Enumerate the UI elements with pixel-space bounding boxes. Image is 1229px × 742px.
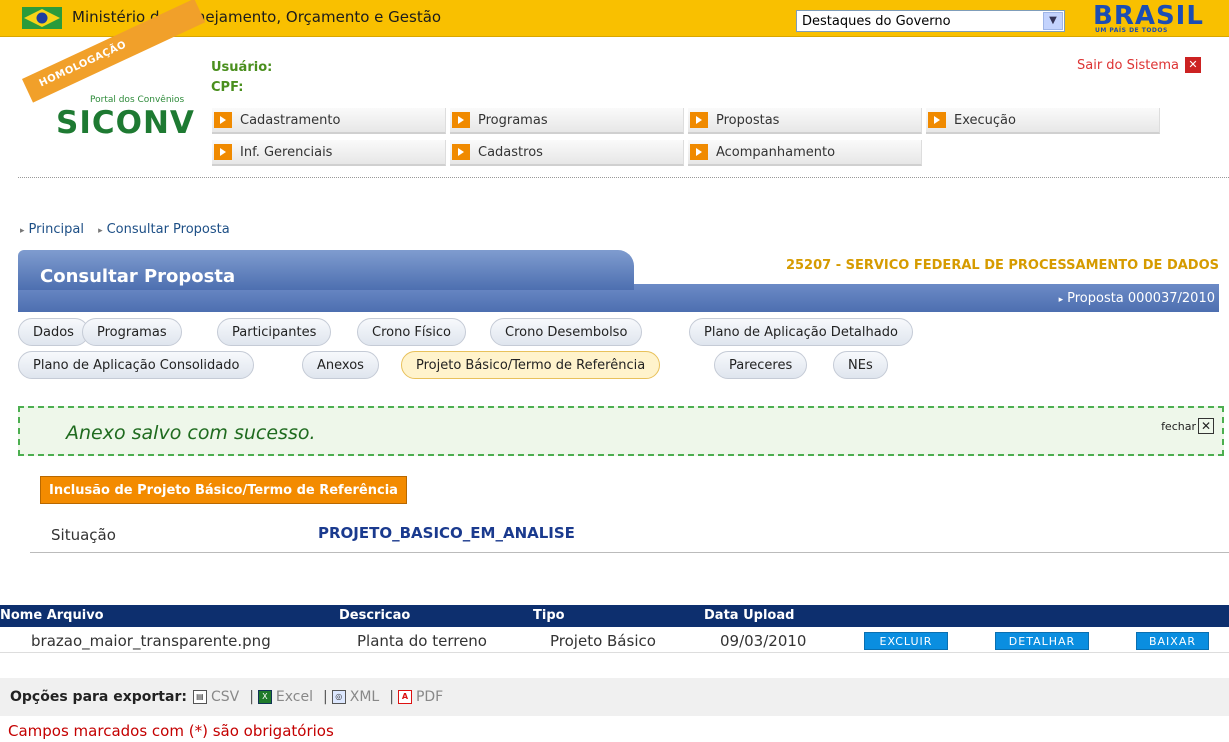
proposta-number: Proposta 000037/2010 [1059,291,1215,306]
export-pdf-label: PDF [415,689,444,705]
brazil-flag-icon [22,7,62,29]
user-info: Usuário: CPF: [211,58,272,98]
tab-participantes[interactable]: Participantes [217,318,332,346]
destaques-value: Destaques do Governo [802,14,951,29]
arrow-right-icon [690,144,708,160]
portal-subtitle: Portal dos Convênios [90,95,185,105]
chevron-down-icon[interactable]: ▼ [1043,12,1063,30]
arrow-right-icon [452,112,470,128]
separator: | [389,689,394,705]
menu-item-cadastros[interactable]: Cadastros [450,140,684,166]
menu-item-label: Acompanhamento [716,144,836,160]
export-xml-link[interactable]: ◎ XML [331,689,380,705]
column-header[interactable]: Descricao [339,608,410,623]
close-icon[interactable]: ✕ [1185,57,1201,73]
column-header[interactable]: Data Upload [704,608,794,623]
tab-crono-fisico[interactable]: Crono Físico [357,318,466,346]
pdf-file-icon: A [397,690,412,704]
menu-item-acompanhamento[interactable]: Acompanhamento [688,140,922,166]
tab-pareceres[interactable]: Pareceres [714,351,808,379]
export-pdf-link[interactable]: A PDF [397,689,444,705]
logout-link[interactable]: Sair do Sistema ✕ [1077,57,1201,73]
excluir-button[interactable]: EXCLUIR [864,632,948,650]
tab-nes[interactable]: NEs [833,351,888,379]
menu-item-label: Inf. Gerenciais [240,144,333,160]
tab-plano-aplicacao-consolidado[interactable]: Plano de Aplicação Consolidado [18,351,255,379]
breadcrumb: Principal Consultar Proposta [20,222,240,237]
menu-item-label: Propostas [716,112,780,128]
menu-item-label: Execução [954,112,1016,128]
siconv-logo[interactable]: HOMOLOGAÇÃO Portal dos Convênios SICONV [14,0,206,150]
close-message-button[interactable]: fechar ✕ [1161,418,1214,434]
cell-descricao: Planta do terreno [357,632,487,650]
tab-programas[interactable]: Programas [82,318,182,346]
export-bar: Opções para exportar: ▤ CSV | X Excel | ◎ X… [0,678,1229,716]
breadcrumb-consultar-proposta[interactable]: Consultar Proposta [98,222,230,237]
menu-item-propostas[interactable]: Propostas [688,108,922,134]
arrow-right-icon [214,112,232,128]
arrow-right-icon [214,144,232,160]
close-label: fechar [1161,419,1196,433]
menu-item-execucao[interactable]: Execução [926,108,1160,134]
export-csv-label: CSV [210,689,240,705]
separator: | [249,689,254,705]
divider [30,552,1229,553]
breadcrumb-principal[interactable]: Principal [20,222,84,237]
table-header: Nome Arquivo Descricao Tipo Data Upload [0,605,1229,627]
xml-file-icon: ◎ [331,690,346,704]
menu-item-cadastramento[interactable]: Cadastramento [212,108,446,134]
situacao-label: Situação [51,526,116,544]
situacao-value: PROJETO_BASICO_EM_ANALISE [318,524,575,542]
success-message-box: Anexo salvo com sucesso. fechar ✕ [18,406,1224,456]
export-excel-label: Excel [275,689,314,705]
column-header[interactable]: Nome Arquivo [0,608,104,623]
arrow-right-icon [452,144,470,160]
table-row: brazao_maior_transparente.png Planta do … [0,629,1229,653]
tab-dados[interactable]: Dados [18,318,89,346]
arrow-right-icon [928,112,946,128]
excel-file-icon: X [257,690,272,704]
export-label: Opções para exportar: [10,689,187,705]
divider [18,177,1229,178]
inclusao-projeto-basico-button[interactable]: Inclusão de Projeto Básico/Termo de Refe… [40,476,407,504]
organization-name: 25207 - SERVICO FEDERAL DE PROCESSAMENTO… [785,258,1219,273]
separator: | [323,689,328,705]
csv-file-icon: ▤ [192,690,207,704]
brasil-logo-subtitle: UM PAÍS DE TODOS [1095,27,1168,34]
menu-item-inf-gerenciais[interactable]: Inf. Gerenciais [212,140,446,166]
siconv-text: SICONV [56,105,195,141]
title-tab: Consultar Proposta [18,250,634,290]
logout-label: Sair do Sistema [1076,57,1179,73]
brasil-logo[interactable]: BRASIL UM PAÍS DE TODOS [1093,1,1218,34]
menu-item-label: Cadastros [478,144,543,160]
tab-projeto-basico[interactable]: Projeto Básico/Termo de Referência [401,351,661,379]
cpf-label: CPF: [211,80,244,95]
cell-data-upload: 09/03/2010 [720,632,807,650]
menu-item-label: Cadastramento [240,112,341,128]
brasil-logo-text: BRASIL [1093,1,1204,31]
column-header[interactable]: Tipo [533,608,565,623]
cell-tipo: Projeto Básico [550,632,656,650]
arrow-right-icon [690,112,708,128]
detalhar-button[interactable]: DETALHAR [995,632,1089,650]
tab-crono-desembolso[interactable]: Crono Desembolso [490,318,643,346]
tab-plano-aplicacao-detalhado[interactable]: Plano de Aplicação Detalhado [689,318,913,346]
ministry-link[interactable]: Ministério do Planejamento, Orçamento e … [72,8,441,26]
close-icon[interactable]: ✕ [1198,418,1214,434]
export-xml-label: XML [349,689,380,705]
export-csv-link[interactable]: ▤ CSV [192,689,240,705]
usuario-label: Usuário: [211,60,273,75]
page-title: Consultar Proposta [40,266,236,287]
menu-item-label: Programas [478,112,548,128]
baixar-button[interactable]: BAIXAR [1136,632,1209,650]
required-fields-note: Campos marcados com (*) são obrigatórios [8,722,334,740]
cell-nome-arquivo: brazao_maior_transparente.png [31,632,271,650]
export-excel-link[interactable]: X Excel [257,689,314,705]
menu-item-programas[interactable]: Programas [450,108,684,134]
destaques-select[interactable]: Destaques do Governo ▼ [796,10,1065,32]
tab-anexos[interactable]: Anexos [302,351,379,379]
success-message: Anexo salvo com sucesso. [66,422,316,444]
